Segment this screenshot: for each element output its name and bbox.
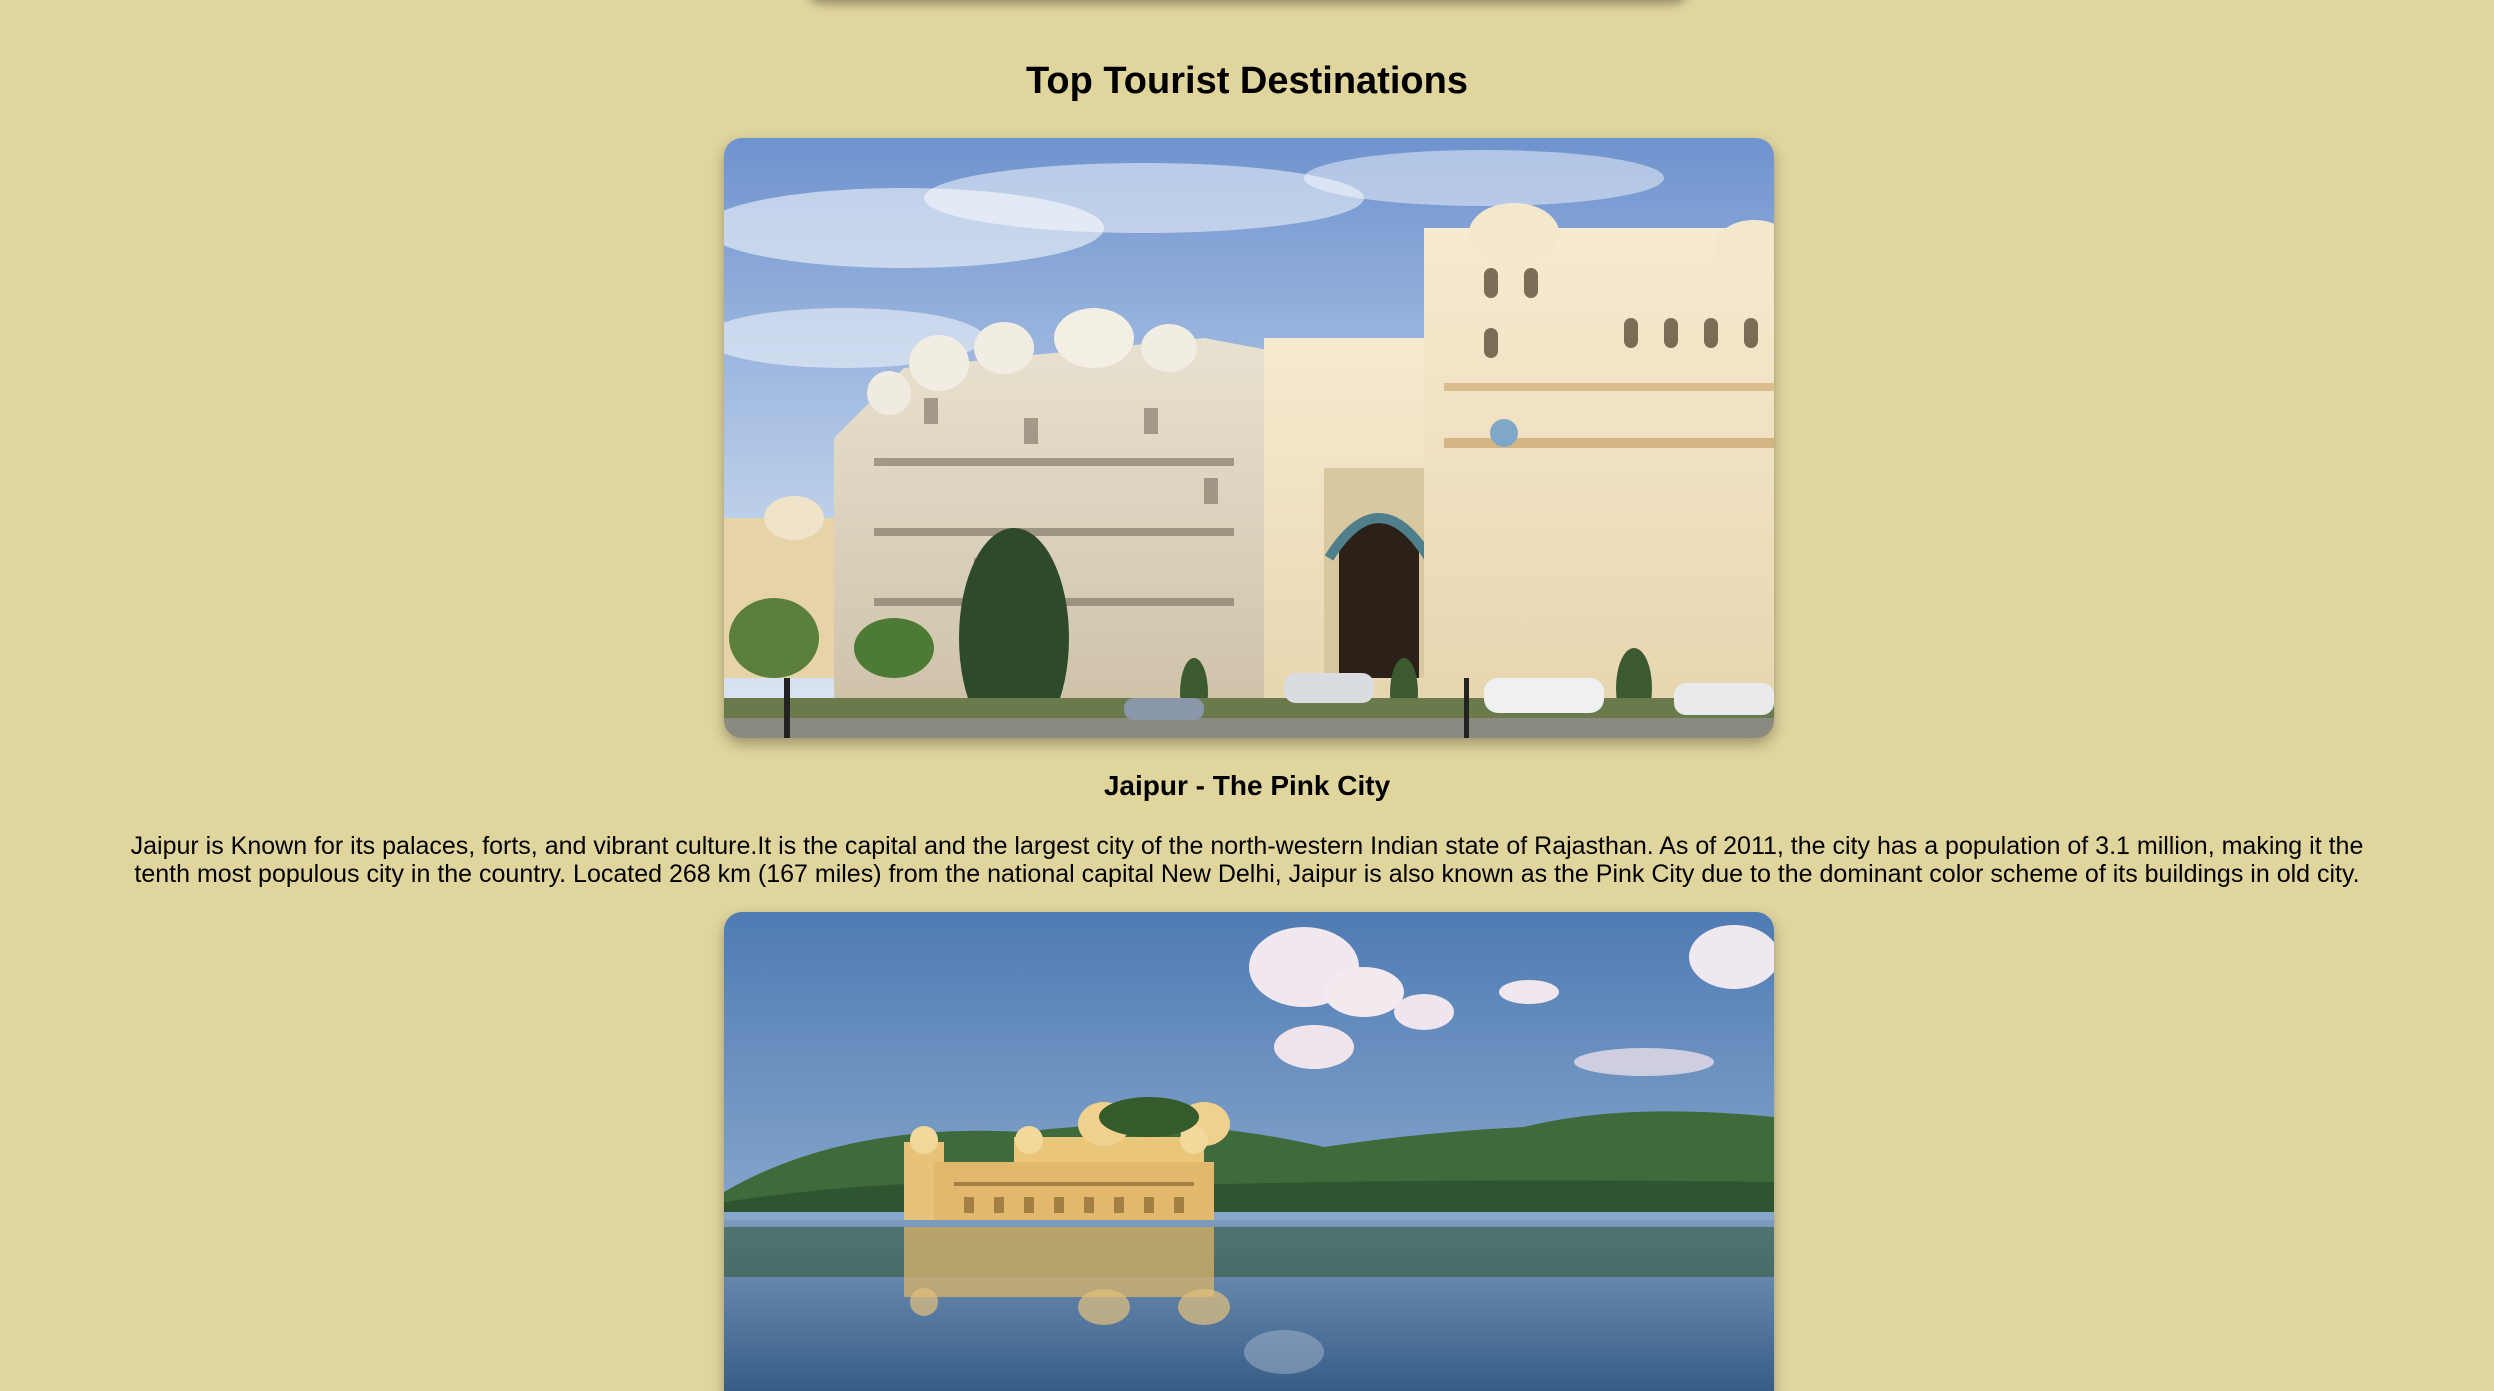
destination-description: Jaipur is Known for its palaces, forts, … (130, 832, 2364, 888)
destination-image-jaipur (724, 138, 1774, 738)
destination-name: Jaipur - The Pink City (1103, 770, 1391, 801)
palace-photo-icon (724, 138, 1774, 738)
section-title: Top Tourist Destinations (1026, 60, 1468, 102)
page: Top Tourist Destinations Jaipur - The Pi… (0, 0, 2494, 1391)
destination-image-water-palace (724, 912, 1774, 1391)
water-palace-photo-icon (724, 912, 1774, 1391)
